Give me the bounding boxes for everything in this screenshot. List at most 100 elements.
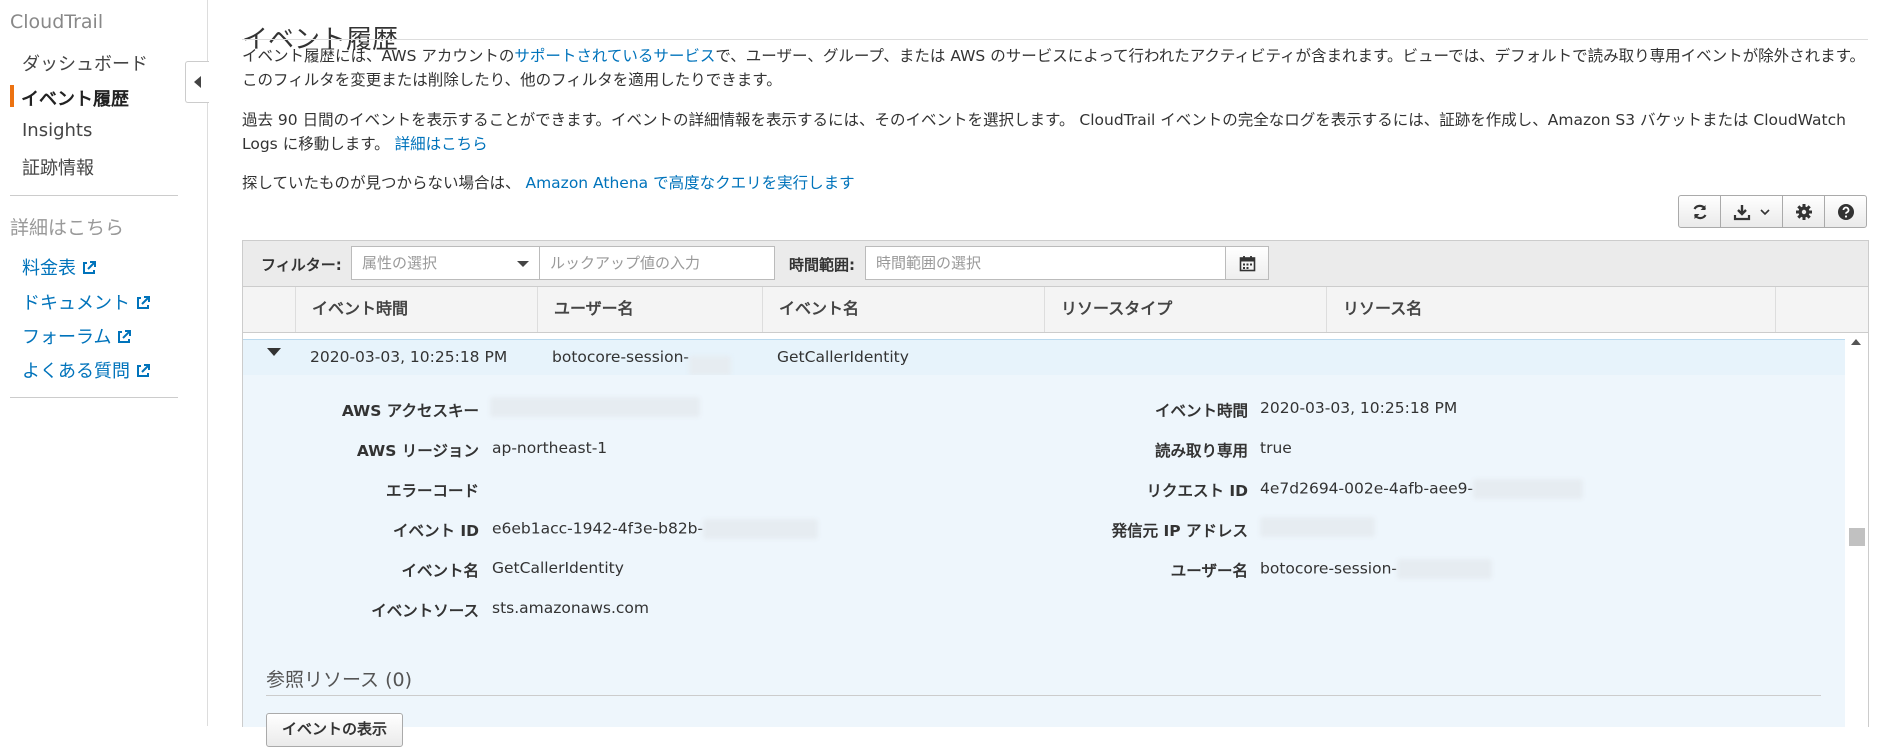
chevron-left-icon xyxy=(194,76,201,88)
calendar-button[interactable] xyxy=(1225,246,1269,280)
link-label: 料金表 xyxy=(22,258,76,279)
table-scrollbar[interactable] xyxy=(1845,333,1868,727)
scrollbar-thumb[interactable] xyxy=(1849,528,1865,546)
detail-value-access-key xyxy=(490,397,700,417)
row-event-name: GetCallerIdentity xyxy=(777,348,909,366)
detail-label: 読み取り専用 xyxy=(1154,442,1248,460)
detail-value-event-source: sts.amazonaws.com xyxy=(492,599,649,617)
request-id-text: 4e7d2694-002e-4afb-aee9- xyxy=(1260,479,1474,498)
user-name-text: botocore-session- xyxy=(1260,559,1398,578)
column-event-time[interactable]: イベント時間 xyxy=(295,287,537,332)
detail-label: AWS アクセスキー xyxy=(341,402,479,420)
sidebar-link-faq[interactable]: よくある質問 xyxy=(22,357,151,383)
column-resource-name[interactable]: リソース名 xyxy=(1326,287,1775,332)
redacted-text xyxy=(490,397,700,417)
sidebar-brand[interactable]: CloudTrail xyxy=(10,11,103,33)
sidebar-divider xyxy=(10,195,178,196)
referenced-resources-title: 参照リソース (0) xyxy=(266,669,413,691)
redacted-text xyxy=(1397,559,1493,579)
detail-value-source-ip xyxy=(1260,517,1375,537)
sidebar-item-trails[interactable]: 証跡情報 xyxy=(22,154,94,180)
title-divider xyxy=(242,39,1868,40)
sidebar-collapse-button[interactable] xyxy=(185,61,209,103)
info-paragraph: 過去 90 日間のイベントを表示することができます。イベントの詳細情報を表示する… xyxy=(242,108,1868,156)
table-row[interactable]: 2020-03-03, 10:25:18 PM botocore-session… xyxy=(243,339,1845,376)
redacted-text xyxy=(1260,517,1375,537)
detail-value-request-id: 4e7d2694-002e-4afb-aee9- xyxy=(1260,479,1584,499)
column-user-name[interactable]: ユーザー名 xyxy=(537,287,762,332)
help-icon xyxy=(1837,203,1854,220)
sidebar-item-dashboard[interactable]: ダッシュボード xyxy=(22,50,148,76)
external-link-icon xyxy=(137,364,150,377)
download-button[interactable] xyxy=(1721,196,1783,227)
sidebar-link-forum[interactable]: フォーラム xyxy=(22,323,132,349)
column-event-name[interactable]: イベント名 xyxy=(762,287,1044,332)
external-link-icon xyxy=(83,261,96,274)
supported-services-link[interactable]: サポートされているサービス xyxy=(514,47,715,65)
row-event-time: 2020-03-03, 10:25:18 PM xyxy=(310,348,508,366)
events-table-panel: フィルター: 属性の選択 ルックアップ値の入力 時間範囲: 時間範囲の選択 イベ… xyxy=(242,240,1869,747)
sidebar: CloudTrail ダッシュボード イベント履歴 Insights 証跡情報 … xyxy=(0,0,208,726)
intro-text-pre: イベント履歴には、AWS アカウントの xyxy=(242,47,515,65)
attribute-select[interactable]: 属性の選択 xyxy=(351,246,540,280)
external-link-icon xyxy=(137,296,150,309)
detail-label: ユーザー名 xyxy=(1170,562,1248,580)
help-button[interactable] xyxy=(1825,196,1866,227)
row-user-name-text: botocore-session- xyxy=(552,348,690,366)
settings-button[interactable] xyxy=(1783,196,1825,227)
detail-value-read-only: true xyxy=(1260,439,1292,457)
detail-label: イベント ID xyxy=(392,522,479,540)
refresh-icon xyxy=(1693,204,1706,219)
caret-down-icon[interactable] xyxy=(267,348,281,356)
download-icon xyxy=(1733,204,1750,220)
row-user-name: botocore-session- xyxy=(552,348,732,376)
detail-label: エラーコード xyxy=(385,482,479,500)
detail-label: イベントソース xyxy=(371,602,479,620)
redacted-text xyxy=(703,519,819,539)
column-resource-type[interactable]: リソースタイプ xyxy=(1044,287,1326,332)
sidebar-item-event-history[interactable]: イベント履歴 xyxy=(21,85,129,111)
learn-more-link[interactable]: 詳細はこちら xyxy=(395,135,488,153)
detail-label: イベント名 xyxy=(401,562,479,580)
sidebar-link-docs[interactable]: ドキュメント xyxy=(22,289,151,315)
show-events-button[interactable]: イベントの表示 xyxy=(266,713,404,747)
filter-bar: フィルター: 属性の選択 ルックアップ値の入力 時間範囲: 時間範囲の選択 xyxy=(243,241,1868,287)
athena-query-link[interactable]: Amazon Athena で高度なクエリを実行します xyxy=(525,174,854,192)
table-toolbar xyxy=(1678,195,1867,228)
detail-value-user-name: botocore-session- xyxy=(1260,559,1493,579)
external-link-icon xyxy=(118,330,132,343)
sidebar-item-insights[interactable]: Insights xyxy=(22,120,92,141)
redacted-text xyxy=(689,356,732,376)
link-label: フォーラム xyxy=(22,327,112,348)
sidebar-link-pricing[interactable]: 料金表 xyxy=(22,254,97,280)
detail-label: 発信元 IP アドレス xyxy=(1111,522,1248,540)
table-header: イベント時間 ユーザー名 イベント名 リソースタイプ リソース名 xyxy=(243,287,1868,333)
lookup-value-input[interactable]: ルックアップ値の入力 xyxy=(539,246,775,280)
event-id-text: e6eb1acc-1942-4f3e-b82b- xyxy=(492,519,704,538)
detail-label: イベント時間 xyxy=(1154,402,1248,420)
gear-icon xyxy=(1795,203,1812,220)
sidebar-more-heading: 詳細はこちら xyxy=(10,217,125,239)
sidebar-divider xyxy=(10,397,178,398)
detail-value-region: ap-northeast-1 xyxy=(492,439,608,457)
athena-paragraph: 探していたものが見つからない場合は、 Amazon Athena で高度なクエリ… xyxy=(242,171,1868,195)
link-label: ドキュメント xyxy=(22,293,130,314)
detail-label: リクエスト ID xyxy=(1146,482,1248,500)
chevron-down-icon xyxy=(1759,208,1770,215)
calendar-icon xyxy=(1239,255,1255,271)
active-indicator xyxy=(10,85,14,107)
scroll-up-icon[interactable] xyxy=(1851,339,1861,345)
detail-label: AWS リージョン xyxy=(356,442,479,460)
redacted-text xyxy=(1473,479,1584,499)
athena-text: 探していたものが見つからない場合は、 xyxy=(242,174,521,192)
event-detail-panel: AWS アクセスキー AWS リージョン ap-northeast-1 エラーコ… xyxy=(243,375,1845,747)
column-spacer xyxy=(1775,287,1868,332)
filter-label: フィルター: xyxy=(261,256,342,274)
time-range-label: 時間範囲: xyxy=(789,256,855,274)
detail-value-event-time: 2020-03-03, 10:25:18 PM xyxy=(1260,399,1458,417)
referenced-resources-divider xyxy=(266,695,1821,696)
detail-value-event-name: GetCallerIdentity xyxy=(492,559,624,577)
intro-paragraph: イベント履歴には、AWS アカウントのサポートされているサービスで、ユーザー、グ… xyxy=(242,44,1868,92)
time-range-input[interactable]: 時間範囲の選択 xyxy=(865,246,1227,280)
refresh-button[interactable] xyxy=(1679,196,1721,227)
